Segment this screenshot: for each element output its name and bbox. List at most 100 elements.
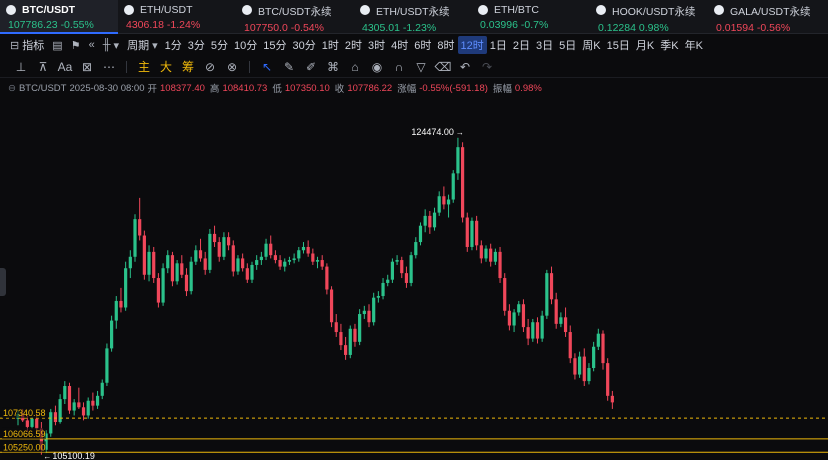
chip-distribution-button[interactable]: 筹 bbox=[177, 58, 199, 75]
candle-body bbox=[484, 248, 488, 259]
flag-button[interactable]: ⚑ bbox=[67, 36, 85, 54]
candle-body bbox=[606, 363, 610, 396]
text-tool-icon[interactable]: Aa bbox=[54, 60, 76, 74]
timeframe-2[interactable]: 5分 bbox=[208, 36, 231, 54]
candle-body bbox=[503, 278, 507, 311]
timeframe-16[interactable]: 5日 bbox=[556, 36, 579, 54]
candle-body bbox=[175, 263, 179, 282]
candle-body bbox=[138, 219, 142, 236]
ticker-tab[interactable]: BTC/USDT 107786.23 -0.55% bbox=[0, 0, 118, 34]
undo-icon[interactable]: ↶ bbox=[454, 60, 476, 74]
chart-type-button[interactable]: ╫ ▾ bbox=[99, 36, 123, 54]
candle-body bbox=[540, 315, 544, 339]
big-order-button[interactable]: 大 bbox=[155, 58, 177, 75]
candle-body bbox=[395, 260, 399, 262]
ticker-tab[interactable]: ETH/USDT永续 4305.01 -1.23% bbox=[354, 0, 472, 34]
timeframe-18[interactable]: 15日 bbox=[604, 36, 633, 54]
ticker-values: 0.01594 -0.56% bbox=[716, 22, 826, 34]
measure-tool-icon[interactable]: ⊼ bbox=[32, 60, 54, 74]
candle-body bbox=[156, 278, 160, 303]
rewind-button[interactable]: « bbox=[85, 36, 99, 54]
candle-body bbox=[91, 400, 95, 406]
candle-body bbox=[432, 212, 437, 228]
coin-icon bbox=[360, 5, 370, 15]
timeframe-12[interactable]: 12时 bbox=[457, 36, 487, 54]
timeframe-11[interactable]: 8时 bbox=[434, 36, 457, 54]
timeframe-21[interactable]: 年K bbox=[682, 36, 706, 54]
ticker-tab[interactable]: ETH/BTC 0.03996 -0.7% bbox=[472, 0, 590, 34]
candle-body bbox=[344, 345, 348, 355]
compare-icon[interactable]: ⊘ bbox=[199, 60, 221, 74]
candle-body bbox=[189, 261, 193, 292]
candle-body bbox=[297, 250, 301, 259]
candle-body bbox=[423, 215, 427, 226]
timeframe-19[interactable]: 月K bbox=[633, 36, 657, 54]
candle-body bbox=[596, 333, 600, 347]
timeframe-20[interactable]: 季K bbox=[657, 36, 681, 54]
lock-tool-icon[interactable]: ⌂ bbox=[344, 60, 366, 74]
candle-body bbox=[133, 219, 137, 257]
ticker-tab[interactable]: BTC/USDT永续 107750.0 -0.54% bbox=[236, 0, 354, 34]
low-marker-arrow: ← bbox=[43, 452, 51, 460]
timeframe-4[interactable]: 15分 bbox=[260, 36, 289, 54]
timeframe-10[interactable]: 6时 bbox=[411, 36, 434, 54]
period-dropdown[interactable]: 周期 ▾ bbox=[123, 36, 162, 54]
timeframe-7[interactable]: 2时 bbox=[342, 36, 365, 54]
ticker-price: 0.01594 bbox=[716, 22, 754, 34]
candle-body bbox=[245, 268, 249, 280]
side-panel-handle[interactable] bbox=[0, 268, 6, 296]
timeframe-9[interactable]: 4时 bbox=[388, 36, 411, 54]
ticker-values: 107750.0 -0.54% bbox=[244, 22, 354, 34]
calendar-button[interactable]: ▤ bbox=[48, 36, 66, 54]
timeframe-6[interactable]: 1时 bbox=[319, 36, 342, 54]
redo-icon[interactable]: ↷ bbox=[476, 60, 498, 74]
timeframe-3[interactable]: 10分 bbox=[231, 36, 260, 54]
candle-body bbox=[559, 317, 563, 324]
indicator-button[interactable]: ⊟ 指标 bbox=[6, 36, 48, 54]
candle-body bbox=[203, 258, 207, 270]
timeframe-5[interactable]: 30分 bbox=[290, 36, 319, 54]
ticker-values: 0.12284 0.98% bbox=[598, 22, 708, 34]
candle-body bbox=[100, 382, 104, 396]
candle-body bbox=[241, 258, 245, 269]
timeframe-8[interactable]: 3时 bbox=[365, 36, 388, 54]
delete-tool-icon[interactable]: ⌫ bbox=[432, 60, 454, 74]
ticker-values: 4305.01 -1.23% bbox=[362, 22, 472, 34]
eye-tool-icon[interactable]: ◉ bbox=[366, 60, 388, 74]
cursor-tool-icon[interactable]: ↖ bbox=[256, 60, 278, 74]
candle-body bbox=[110, 320, 114, 349]
low-marker-label: 105100.19 bbox=[52, 451, 95, 460]
ticker-tab[interactable]: GALA/USDT永续 0.01594 -0.56% bbox=[708, 0, 826, 34]
ruler-tool-icon[interactable]: ⊠ bbox=[76, 60, 98, 74]
filter-tool-icon[interactable]: ▽ bbox=[410, 60, 432, 74]
pen-tool-icon[interactable]: ✎ bbox=[278, 60, 300, 74]
ticker-symbol: GALA/USDT永续 bbox=[730, 6, 811, 18]
vertical-line-tool-icon[interactable]: ⊥ bbox=[10, 60, 32, 74]
brush-tool-icon[interactable]: ✐ bbox=[300, 60, 322, 74]
timeframe-13[interactable]: 1日 bbox=[487, 36, 510, 54]
candle-body bbox=[404, 273, 409, 283]
more-tools-icon[interactable]: ⋯ bbox=[98, 60, 120, 74]
timeframe-0[interactable]: 1分 bbox=[162, 36, 185, 54]
ticker-tab[interactable]: ETH/USDT 4306.18 -1.24% bbox=[118, 0, 236, 34]
candlestick-chart[interactable]: 107340.58 106066.59 105250.00 124474.00 → ← 10… bbox=[0, 97, 828, 460]
ticker-tab[interactable]: HOOK/USDT永续 0.12284 0.98% bbox=[590, 0, 708, 34]
candle-body bbox=[259, 256, 263, 261]
candle-body bbox=[81, 407, 86, 416]
candle-body bbox=[362, 310, 366, 315]
candle-body bbox=[507, 310, 511, 326]
candle-body bbox=[409, 255, 413, 283]
main-indicator-button[interactable]: 主 bbox=[133, 58, 155, 75]
pattern-tool-icon[interactable]: ⌘ bbox=[322, 60, 344, 74]
collapse-icon[interactable]: ⊖ bbox=[8, 83, 16, 94]
info-close: 107786.22 bbox=[347, 82, 393, 94]
candle-body bbox=[563, 317, 568, 333]
timeframe-14[interactable]: 2日 bbox=[510, 36, 533, 54]
timeframe-1[interactable]: 3分 bbox=[185, 36, 208, 54]
timeframe-17[interactable]: 周K bbox=[579, 36, 603, 54]
timeframe-15[interactable]: 3日 bbox=[533, 36, 556, 54]
alert-icon[interactable]: ⊗ bbox=[221, 60, 243, 74]
candle-body bbox=[531, 322, 535, 339]
magnet-tool-icon[interactable]: ∩ bbox=[388, 60, 410, 74]
info-pair: BTC/USDT bbox=[18, 82, 67, 94]
